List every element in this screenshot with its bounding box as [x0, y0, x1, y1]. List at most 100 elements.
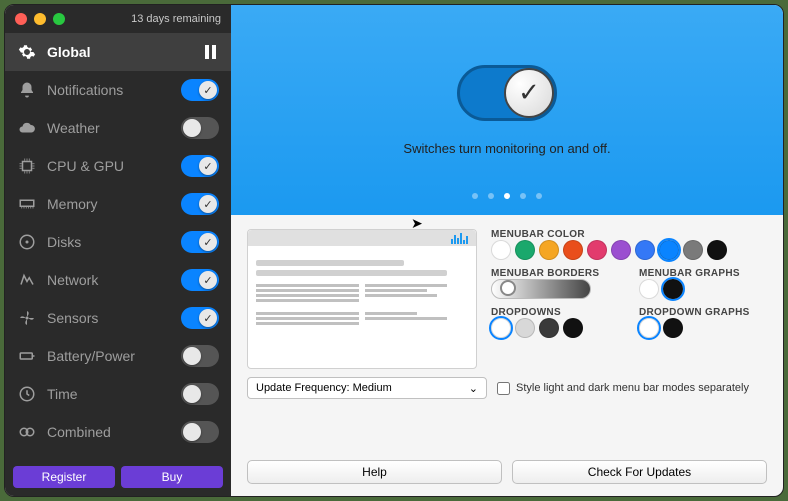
menubar-graphs-swatches: [639, 279, 767, 299]
sidebar-item-label: Combined: [47, 424, 171, 440]
hero-banner: ✓ Switches turn monitoring on and off.: [231, 5, 783, 215]
toggle-network[interactable]: ✓: [181, 269, 219, 291]
toggle-sensors[interactable]: ✓: [181, 307, 219, 329]
sidebar: 13 days remaining Global Notifications ✓…: [5, 5, 231, 496]
color-swatch[interactable]: [515, 318, 535, 338]
buy-button[interactable]: Buy: [121, 466, 223, 488]
zoom-window-button[interactable]: [53, 13, 65, 25]
color-swatch[interactable]: [663, 279, 683, 299]
hero-toggle-illustration: ✓: [457, 65, 557, 121]
trial-status-label: 13 days remaining: [131, 13, 221, 25]
toggle-weather[interactable]: [181, 117, 219, 139]
sidebar-item-cpu-gpu[interactable]: CPU & GPU ✓: [5, 147, 231, 185]
fan-icon: [17, 308, 37, 328]
menubar-borders-label: MENUBAR BORDERS: [491, 268, 619, 279]
sidebar-item-label: CPU & GPU: [47, 158, 171, 174]
color-swatch[interactable]: [639, 318, 659, 338]
sidebar-item-sensors[interactable]: Sensors ✓: [5, 299, 231, 337]
sidebar-item-time[interactable]: Time: [5, 375, 231, 413]
color-swatch[interactable]: [539, 240, 559, 260]
battery-icon: [17, 346, 37, 366]
sidebar-item-label: Notifications: [47, 82, 171, 98]
update-frequency-value: Update Frequency: Medium: [256, 382, 392, 394]
memory-icon: [17, 194, 37, 214]
sidebar-item-combined[interactable]: Combined: [5, 413, 231, 451]
gear-icon: [17, 42, 37, 62]
menubar-borders-slider[interactable]: [491, 279, 591, 299]
config-panel: ➤: [231, 215, 783, 460]
sidebar-item-label: Sensors: [47, 310, 171, 326]
sidebar-item-battery[interactable]: Battery/Power: [5, 337, 231, 375]
sidebar-footer: Register Buy: [5, 458, 231, 496]
help-button[interactable]: Help: [247, 460, 502, 484]
toggle-notifications[interactable]: ✓: [181, 79, 219, 101]
app-window: 13 days remaining Global Notifications ✓…: [4, 4, 784, 497]
color-swatch[interactable]: [683, 240, 703, 260]
color-swatch[interactable]: [639, 279, 659, 299]
toggle-time[interactable]: [181, 383, 219, 405]
color-swatch[interactable]: [563, 318, 583, 338]
color-swatch[interactable]: [611, 240, 631, 260]
check-updates-button[interactable]: Check For Updates: [512, 460, 767, 484]
cloud-icon: [17, 118, 37, 138]
titlebar: 13 days remaining: [5, 5, 231, 33]
hero-toggle-knob-icon: ✓: [504, 68, 554, 118]
sidebar-item-label: Time: [47, 386, 171, 402]
main-content: ✓ Switches turn monitoring on and off. ➤: [231, 5, 783, 496]
sidebar-item-label: Battery/Power: [47, 348, 171, 364]
clock-icon: [17, 384, 37, 404]
toggle-battery[interactable]: [181, 345, 219, 367]
sidebar-item-label: Global: [47, 44, 195, 60]
color-swatch[interactable]: [663, 318, 683, 338]
sidebar-item-label: Memory: [47, 196, 171, 212]
sidebar-item-weather[interactable]: Weather: [5, 109, 231, 147]
sidebar-item-notifications[interactable]: Notifications ✓: [5, 71, 231, 109]
sidebar-item-network[interactable]: Network ✓: [5, 261, 231, 299]
bottom-buttons: Help Check For Updates: [231, 460, 783, 496]
toggle-memory[interactable]: ✓: [181, 193, 219, 215]
color-swatch[interactable]: [563, 240, 583, 260]
sidebar-item-label: Network: [47, 272, 171, 288]
sidebar-nav: Global Notifications ✓ Weather CPU & GPU…: [5, 33, 231, 458]
window-controls: [15, 13, 65, 25]
toggle-combined[interactable]: [181, 421, 219, 443]
style-separately-input[interactable]: [497, 382, 510, 395]
network-icon: [17, 270, 37, 290]
close-window-button[interactable]: [15, 13, 27, 25]
pause-icon[interactable]: [205, 45, 219, 59]
style-separately-label: Style light and dark menu bar modes sepa…: [516, 382, 749, 394]
sidebar-item-label: Weather: [47, 120, 171, 136]
sidebar-item-global[interactable]: Global: [5, 33, 231, 71]
hero-caption: Switches turn monitoring on and off.: [403, 141, 610, 156]
color-swatch[interactable]: [707, 240, 727, 260]
chip-icon: [17, 156, 37, 176]
sidebar-item-label: Disks: [47, 234, 171, 250]
color-swatch[interactable]: [539, 318, 559, 338]
sidebar-item-disks[interactable]: Disks ✓: [5, 223, 231, 261]
link-icon: [17, 422, 37, 442]
color-swatch[interactable]: [491, 240, 511, 260]
page-indicator[interactable]: [472, 193, 542, 199]
color-swatch[interactable]: [491, 318, 511, 338]
dropdown-swatches: [491, 318, 619, 338]
sidebar-item-memory[interactable]: Memory ✓: [5, 185, 231, 223]
color-swatch[interactable]: [659, 240, 679, 260]
color-swatch[interactable]: [587, 240, 607, 260]
register-button[interactable]: Register: [13, 466, 115, 488]
bell-icon: [17, 80, 37, 100]
select-chevron-icon: ⌄: [469, 382, 478, 395]
appearance-options: MENUBAR COLOR MENUBAR BORDERS MENUBAR GR…: [491, 229, 767, 369]
menubar-graphs-label: MENUBAR GRAPHS: [639, 268, 767, 279]
minimize-window-button[interactable]: [34, 13, 46, 25]
menubar-preview: [247, 229, 477, 369]
color-swatch[interactable]: [635, 240, 655, 260]
dropdown-graphs-label: DROPDOWN GRAPHS: [639, 307, 767, 318]
color-swatch[interactable]: [515, 240, 535, 260]
menubar-color-swatches: [491, 240, 767, 260]
toggle-cpu-gpu[interactable]: ✓: [181, 155, 219, 177]
update-frequency-select[interactable]: Update Frequency: Medium ⌄: [247, 377, 487, 399]
style-separately-checkbox[interactable]: Style light and dark menu bar modes sepa…: [497, 382, 749, 395]
toggle-disks[interactable]: ✓: [181, 231, 219, 253]
disk-icon: [17, 232, 37, 252]
dropdowns-label: DROPDOWNS: [491, 307, 619, 318]
